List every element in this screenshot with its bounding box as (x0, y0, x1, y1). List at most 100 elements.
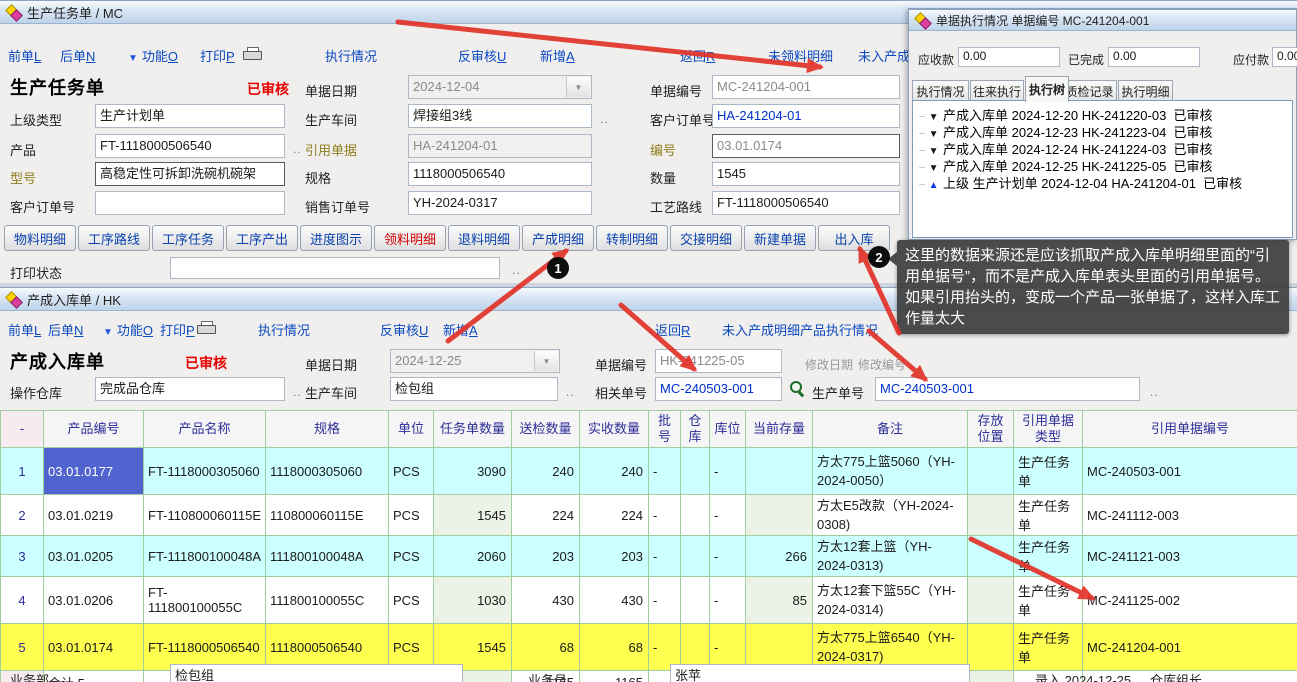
cell-code[interactable]: 03.01.0174 (44, 624, 144, 671)
cell-warehouse[interactable] (681, 448, 710, 495)
table-row[interactable]: 403.01.0206FT-111800100055C111800100055C… (1, 577, 1297, 624)
cell-storage[interactable] (968, 495, 1014, 536)
tab-execution-status[interactable]: 执行情况 (912, 80, 969, 102)
toolbar-functions-menu[interactable]: ▼功能O (128, 46, 178, 65)
model-field[interactable]: 高稳定性可拆卸洗碗机碗架 (95, 162, 285, 186)
cell-task_qty[interactable]: 3090 (434, 448, 512, 495)
op-warehouse-dots[interactable]: .. (293, 385, 302, 399)
column-header-spec[interactable]: 规格 (266, 411, 389, 448)
op-warehouse-field[interactable]: 完成品仓库 (95, 377, 285, 401)
code-field[interactable]: 03.01.0174 (712, 134, 900, 158)
cell-stock[interactable]: 266 (746, 536, 813, 577)
route-field[interactable]: FT-1118000506540 (712, 191, 900, 215)
cell-name[interactable]: FT-110800060115E (144, 495, 266, 536)
transfer-detail-button[interactable]: 转制明细 (596, 225, 668, 251)
cell-code[interactable]: 03.01.0205 (44, 536, 144, 577)
prod-order-field[interactable]: MC-240503-001 (875, 377, 1140, 401)
cell-batch[interactable]: - (649, 448, 681, 495)
column-header-num[interactable]: - (1, 411, 44, 448)
cell-remark[interactable]: 方太12套下篮55C（YH-2024-0314) (813, 577, 968, 624)
tab-qc-records[interactable]: 质检记录 (1062, 80, 1117, 102)
workshop-field[interactable]: 检包组 (390, 377, 558, 401)
cell-storage[interactable] (968, 536, 1014, 577)
cell-recv_qty[interactable]: 430 (580, 577, 649, 624)
table-row[interactable]: 303.01.0205FT-111800100048A111800100048A… (1, 536, 1297, 577)
print-status-dots[interactable]: .. (512, 263, 521, 277)
cell-unit[interactable]: PCS (389, 536, 434, 577)
toolbar-functions-menu[interactable]: ▼功能O (103, 320, 153, 339)
cell-num[interactable]: 4 (1, 577, 44, 624)
tab-execution-tree[interactable]: 执行树 (1025, 76, 1069, 102)
progress-chart-button[interactable]: 进度图示 (300, 225, 372, 251)
handover-detail-button[interactable]: 交接明细 (670, 225, 742, 251)
cell-stock[interactable] (746, 448, 813, 495)
cell-ref_type[interactable]: 生产任务单 (1014, 624, 1083, 671)
cell-unit[interactable]: PCS (389, 448, 434, 495)
qty-field[interactable]: 1545 (712, 162, 900, 186)
column-header-code[interactable]: 产品编号 (44, 411, 144, 448)
cust-order-field[interactable]: HA-241204-01 (712, 104, 900, 128)
process-route-button[interactable]: 工序路线 (78, 225, 150, 251)
cell-num[interactable]: 1 (1, 448, 44, 495)
ref-doc-field[interactable]: HA-241204-01 (408, 134, 592, 158)
cell-warehouse[interactable] (681, 536, 710, 577)
calendar-button[interactable]: ▼ (566, 77, 590, 97)
completed-field[interactable]: 0.00 (1108, 47, 1200, 67)
related-no-field[interactable]: MC-240503-001 (655, 377, 782, 401)
cell-code[interactable]: 03.01.0219 (44, 495, 144, 536)
tree-item[interactable]: ┄▼产成入库单 2024-12-25 HK-241225-05 已审核 (919, 158, 1292, 175)
doc-date-field[interactable]: 2024-12-25 ▼ (390, 349, 560, 373)
cell-code[interactable]: 03.01.0206 (44, 577, 144, 624)
magnifier-icon[interactable] (789, 380, 806, 397)
cell-num[interactable]: 5 (1, 624, 44, 671)
cell-name[interactable]: FT-1118000305060 (144, 448, 266, 495)
toolbar-execution-status[interactable]: 执行情况 (258, 320, 310, 339)
return-material-detail-button[interactable]: 退料明细 (448, 225, 520, 251)
cell-unit[interactable]: PCS (389, 495, 434, 536)
toolbar-print[interactable]: 打印P (160, 320, 195, 339)
cell-storage[interactable] (968, 624, 1014, 671)
toolbar-no-picked-material-detail[interactable]: 未领料明细 (768, 46, 833, 65)
toolbar-unapprove[interactable]: 反审核U (458, 46, 506, 65)
new-doc-button[interactable]: 新建单据 (744, 225, 816, 251)
cell-code[interactable]: 03.01.0177 (44, 448, 144, 495)
cell-location[interactable]: - (710, 577, 746, 624)
cell-inspect_qty[interactable]: 68 (512, 624, 580, 671)
toolbar-printer[interactable] (197, 320, 216, 337)
cell-stock[interactable]: 85 (746, 577, 813, 624)
toolbar-execution-status[interactable]: 执行情况 (325, 46, 377, 65)
column-header-storage[interactable]: 存放位置 (968, 411, 1014, 448)
cell-remark[interactable]: 方太E5改款（YH-2024-0308) (813, 495, 968, 536)
doc-no-field[interactable]: MC-241204-001 (712, 75, 900, 99)
cell-ref_no[interactable]: MC-241112-003 (1083, 495, 1297, 536)
toolbar-return[interactable]: 返回R (655, 320, 690, 339)
cell-ref_type[interactable]: 生产任务单 (1014, 448, 1083, 495)
cell-storage[interactable] (968, 577, 1014, 624)
column-header-task_qty[interactable]: 任务单数量 (434, 411, 512, 448)
cell-ref_no[interactable]: MC-240503-001 (1083, 448, 1297, 495)
column-header-name[interactable]: 产品名称 (144, 411, 266, 448)
tab-transaction-execution[interactable]: 往来执行 (970, 80, 1024, 102)
tree-item[interactable]: ┄▼产成入库单 2024-12-20 HK-241220-03 已审核 (919, 107, 1292, 124)
doc-no-field[interactable]: HK-241225-05 (655, 349, 782, 373)
product-field[interactable]: FT-1118000506540 (95, 134, 285, 158)
sales-order-field[interactable]: YH-2024-0317 (408, 191, 592, 215)
cell-recv_qty[interactable]: 240 (580, 448, 649, 495)
payable-field[interactable]: 0.00 (1272, 47, 1297, 67)
column-header-unit[interactable]: 单位 (389, 411, 434, 448)
doc-date-field[interactable]: 2024-12-04 ▼ (408, 75, 592, 99)
cell-name[interactable]: FT-111800100055C (144, 577, 266, 624)
cell-spec[interactable]: 111800100048A (266, 536, 389, 577)
column-header-ref_no[interactable]: 引用单据编号 (1083, 411, 1297, 448)
cell-ref_type[interactable]: 生产任务单 (1014, 536, 1083, 577)
cell-ref_no[interactable]: MC-241125-002 (1083, 577, 1297, 624)
process-output-button[interactable]: 工序产出 (226, 225, 298, 251)
toolbar-next-doc[interactable]: 后单N (48, 320, 83, 339)
toolbar-prev-doc[interactable]: 前单L (8, 46, 41, 65)
workshop-dots[interactable]: .. (566, 385, 575, 399)
cell-task_qty[interactable]: 1030 (434, 577, 512, 624)
toolbar-add-new[interactable]: 新增A (443, 320, 478, 339)
cell-stock[interactable] (746, 495, 813, 536)
tree-item[interactable]: ┄▲上级 生产计划单 2024-12-04 HA-241204-01 已审核 (919, 175, 1292, 192)
process-task-button[interactable]: 工序任务 (152, 225, 224, 251)
